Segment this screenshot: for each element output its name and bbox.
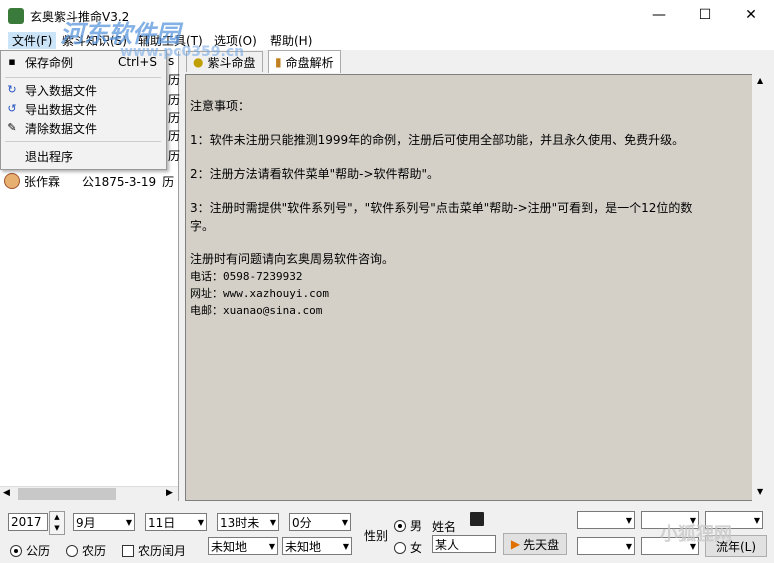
- watermark-url: www.pc0359.cn: [120, 44, 245, 60]
- list-tag: 历: [168, 111, 181, 125]
- list-tag: 历: [162, 174, 175, 189]
- maximize-button[interactable]: ☐: [682, 0, 728, 30]
- minute-select[interactable]: 0分 ▼: [289, 513, 351, 531]
- month-select[interactable]: 9月 ▼: [73, 513, 135, 531]
- tab-chart-analysis[interactable]: ▮ 命盘解析: [268, 50, 341, 73]
- year-input[interactable]: 2017: [8, 513, 48, 531]
- hour-select[interactable]: 13时未 ▼: [217, 513, 279, 531]
- name-label: 姓名: [432, 520, 457, 534]
- vertical-scrollbar[interactable]: ▲ ▼: [752, 74, 770, 501]
- play-icon: ▶: [510, 537, 521, 551]
- notice-line: 2：注册方法请看软件菜单"帮助->软件帮助"。: [190, 167, 440, 181]
- save-icon[interactable]: [470, 512, 484, 526]
- leap-month-checkbox[interactable]: 农历闰月: [122, 542, 186, 559]
- list-tag: 历: [168, 73, 181, 87]
- book-icon: ▮: [275, 55, 282, 69]
- close-button[interactable]: ✕: [728, 0, 774, 30]
- watermark-corner: 小狐狸网: [660, 524, 732, 545]
- menu-file[interactable]: 文件(F): [8, 32, 57, 49]
- menu-item-import[interactable]: ↻ 导入数据文件: [5, 81, 161, 99]
- contact-line: 注册时有问题请向玄奥周易软件咨询。: [190, 252, 395, 266]
- scroll-down-icon[interactable]: ▼: [757, 487, 763, 496]
- solar-radio[interactable]: 公历: [10, 542, 50, 559]
- chevron-down-icon: ▼: [342, 542, 349, 551]
- notice-heading: 注意事项：: [190, 99, 251, 113]
- file-menu-dropdown: ▪ 保存命例 Ctrl+S ↻ 导入数据文件 ↺ 导出数据文件 ✎ 清除数据文件…: [0, 50, 167, 170]
- xiantian-button[interactable]: ▶ 先天盘: [503, 533, 567, 555]
- notice-line: 3：注册时需提供"软件系列号"，"软件系列号"点击菜单"帮助->注册"可看到，是…: [190, 201, 693, 215]
- list-item[interactable]: 张作霖 公1875-3-19 历: [4, 172, 174, 190]
- list-tag: 历: [168, 129, 181, 143]
- menu-item-export[interactable]: ↺ 导出数据文件: [5, 100, 161, 118]
- menu-separator: [5, 77, 161, 78]
- notice-line: 1：软件未注册只能推测1999年的命例，注册后可使用全部功能，并且永久使用、免费…: [190, 133, 685, 147]
- minimize-button[interactable]: —: [636, 0, 682, 30]
- menu-separator: [5, 141, 161, 142]
- person-name: 张作霖: [24, 174, 61, 189]
- chevron-down-icon: ▼: [625, 542, 632, 551]
- female-radio[interactable]: 女: [394, 539, 422, 556]
- website-line: 网址：www.xazhouyi.com: [190, 287, 329, 300]
- chevron-down-icon: ▼: [268, 542, 275, 551]
- person-icon: [4, 173, 20, 189]
- export-icon: ↺: [7, 102, 17, 115]
- male-radio[interactable]: 男: [394, 517, 422, 534]
- menu-item-exit[interactable]: 退出程序: [5, 147, 161, 165]
- liuri-select[interactable]: ▼: [577, 537, 635, 555]
- menu-item-clear[interactable]: ✎ 清除数据文件: [5, 119, 161, 137]
- save-icon: ▪: [8, 55, 16, 68]
- import-icon: ↻: [7, 83, 17, 96]
- exit-icon: [5, 149, 19, 163]
- location-select[interactable]: 未知地 ▼: [282, 537, 352, 555]
- scroll-up-icon[interactable]: ▲: [757, 76, 763, 85]
- year-spinner[interactable]: ▲ ▼: [49, 511, 65, 535]
- notice-line: 字。: [190, 219, 215, 233]
- app-icon: [8, 8, 24, 24]
- birth-date: 公1875-3-19: [82, 174, 157, 189]
- scroll-right-icon[interactable]: ▶: [166, 488, 173, 498]
- scroll-left-icon[interactable]: ◀: [3, 488, 10, 498]
- clear-icon: ✎: [7, 121, 17, 134]
- list-tag: 历: [168, 149, 181, 163]
- chevron-down-icon: ▼: [625, 516, 632, 525]
- dayun-select[interactable]: ▼: [577, 511, 635, 529]
- scroll-thumb[interactable]: [18, 488, 116, 500]
- list-tag: 历: [168, 93, 181, 107]
- email-line: 电邮：xuanao@sina.com: [190, 304, 323, 317]
- analysis-text-area[interactable]: 注意事项： 1：软件未注册只能推测1999年的命例，注册后可使用全部功能，并且永…: [185, 74, 753, 501]
- chevron-down-icon: ▼: [269, 518, 276, 527]
- chevron-down-icon: ▼: [341, 518, 348, 527]
- name-input[interactable]: 某人: [432, 535, 496, 553]
- gender-label: 性别: [364, 529, 389, 543]
- chevron-down-icon: ▼: [753, 516, 760, 525]
- menu-help[interactable]: 帮助(H): [270, 32, 312, 49]
- chevron-down-icon: ▼: [197, 518, 204, 527]
- chevron-down-icon: ▼: [125, 518, 132, 527]
- lunar-radio[interactable]: 农历: [66, 542, 106, 559]
- birthplace-select[interactable]: 未知地 ▼: [208, 537, 278, 555]
- day-select[interactable]: 11日 ▼: [145, 513, 207, 531]
- phone-line: 电话：0598-7239932: [190, 270, 303, 283]
